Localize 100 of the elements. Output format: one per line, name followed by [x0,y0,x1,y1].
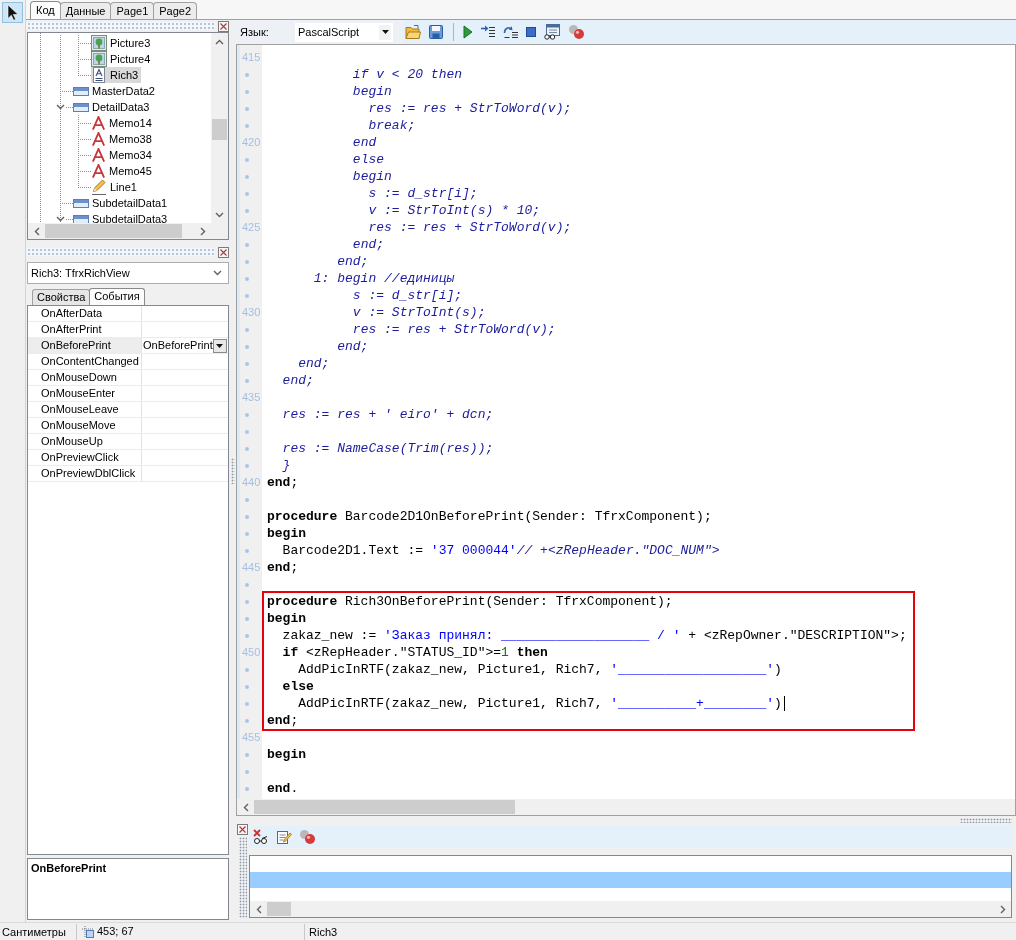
property-name[interactable]: OnMouseDown [28,370,142,385]
property-name[interactable]: OnPreviewClick [28,450,142,465]
dropdown-button[interactable] [212,338,227,353]
object-dropdown[interactable]: Rich3: TfrxRichView [27,262,229,284]
code-line: else [282,678,314,695]
close-icon[interactable] [218,246,229,258]
pencil-icon [91,179,107,195]
line-number: 455 [242,730,261,745]
chevron-left-icon[interactable] [242,802,249,812]
line-dot-icon [245,361,249,366]
scrollbar-thumb[interactable] [254,800,515,814]
chevron-left-icon[interactable] [33,226,40,236]
chevron-down-icon[interactable] [56,216,65,222]
code-line: end; [352,236,385,253]
code-line: end; [267,712,299,729]
glasses-cross-icon[interactable] [252,829,269,845]
arrow-lines-icon[interactable] [480,25,496,39]
line-dot-icon [245,327,249,332]
cursor-position: 453; 67 [97,924,134,939]
tree-item[interactable]: Picture4 [91,51,154,67]
notepad-pencil-icon[interactable] [276,829,292,845]
panel-grip[interactable] [27,248,215,256]
tree-item[interactable]: DetailData3 [73,99,153,115]
code-line: end; [298,355,330,372]
letter-a-icon [91,116,106,130]
code-line: res := res + StrToWord(v); [352,321,556,338]
property-name[interactable]: OnMouseEnter [28,386,142,401]
property-value: OnBeforePrint [142,338,213,353]
scrollbar-thumb[interactable] [45,224,182,238]
line-dot-icon [245,718,249,723]
property-name[interactable]: OnMouseUp [28,434,142,449]
scrollbar-thumb[interactable] [267,902,291,916]
property-name[interactable]: OnPreviewDblClick [28,466,142,481]
scrollbar-thumb[interactable] [212,119,227,140]
property-name[interactable]: OnAfterPrint [28,322,142,337]
horizontal-scrollbar[interactable] [237,799,1015,815]
chevron-right-icon[interactable] [999,904,1006,914]
chevron-right-icon[interactable] [199,226,206,236]
tree-item[interactable]: Picture3 [91,35,154,51]
ball-icon[interactable] [568,24,585,40]
tree-item[interactable]: Memo14 [91,115,155,131]
property-name[interactable]: OnBeforePrint [28,338,142,353]
chevron-up-icon[interactable] [215,38,224,45]
grid-square-icon [82,925,94,938]
splitter-grip[interactable] [960,817,1012,823]
property-name[interactable]: OnContentChanged [28,354,142,369]
save-icon[interactable] [428,24,444,40]
line-dot-icon [245,548,249,553]
pointer-tool-button[interactable] [2,2,23,23]
tree-item[interactable]: Memo38 [91,131,155,147]
line-dot-icon [245,497,249,502]
tree-item[interactable]: Line1 [91,179,140,195]
splitter-grip[interactable] [231,458,235,484]
horizontal-scrollbar[interactable] [250,901,1011,917]
close-icon[interactable] [237,824,248,835]
description-title: OnBeforePrint [31,861,108,876]
play-icon[interactable] [463,25,473,39]
page-tab[interactable]: Page2 [153,2,198,19]
inspector-tab[interactable]: Свойства [32,289,91,305]
close-icon[interactable] [218,20,229,32]
page-tab[interactable]: Page1 [110,2,155,19]
band-icon [73,198,89,208]
code-line: res := NameCase(Trim(res)); [282,440,494,457]
panel-grip[interactable] [27,22,215,30]
line-dot-icon [245,344,249,349]
property-name[interactable]: OnMouseMove [28,418,142,433]
horizontal-scrollbar[interactable] [28,223,211,239]
window-glasses-icon[interactable] [543,24,561,40]
tree-item[interactable]: Rich3 [91,67,142,83]
code-line: else [352,151,385,168]
line-dot-icon [245,463,249,468]
chevron-down-icon[interactable] [215,211,224,218]
inspector-tab[interactable]: События [89,288,145,305]
caret-down-icon [216,343,224,348]
page-tab[interactable]: Данные [59,2,112,19]
code-line: begin [352,83,392,100]
page-tab[interactable]: Код [30,1,61,19]
line-dot-icon [245,786,249,791]
code-line: } [282,457,291,474]
line-dot-icon [245,616,249,621]
tree-item[interactable]: MasterData2 [73,83,158,99]
picture-icon [91,51,107,67]
line-number: 425 [242,220,261,235]
tree-item[interactable]: SubdetailData1 [73,195,171,211]
code-line: res := res + ' eiro' + dcn; [282,406,494,423]
vertical-scrollbar[interactable] [211,33,228,223]
chevron-left-icon[interactable] [255,904,262,914]
property-name[interactable]: OnAfterData [28,306,142,321]
open-folder-icon[interactable] [405,24,421,40]
tree-item[interactable]: Memo34 [91,147,155,163]
panel-grip[interactable] [238,837,247,918]
curved-arrow-lines-icon[interactable] [503,25,519,39]
tree-item[interactable]: Memo45 [91,163,155,179]
code-line: AddPicInRTF(zakaz_new, Picture1, Rich7, '___________________') [298,661,782,678]
caret-down-icon [381,30,389,34]
code-line: res := res + StrToWord(v); [368,219,572,236]
chevron-down-icon[interactable] [56,104,65,110]
ball-icon[interactable] [299,829,316,845]
property-name[interactable]: OnMouseLeave [28,402,142,417]
language-dropdown[interactable]: PascalScript [295,22,393,42]
